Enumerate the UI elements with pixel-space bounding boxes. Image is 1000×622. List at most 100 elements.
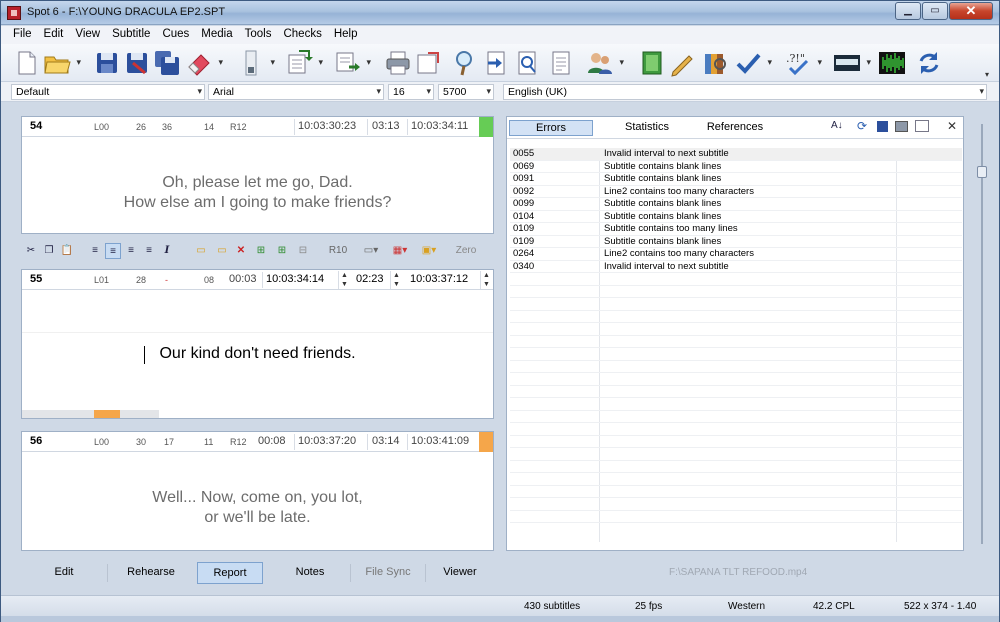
save-icon[interactable] — [93, 49, 121, 77]
tab-errors[interactable]: Errors — [509, 120, 593, 136]
eraser-icon[interactable] — [185, 49, 223, 77]
subtitle-edit-line-1[interactable]: Our kind don't need friends. — [22, 344, 493, 364]
duration-spinner[interactable]: ▲ ▼ — [390, 271, 402, 289]
in-time-spinner[interactable]: ▲ ▼ — [338, 271, 350, 289]
close-button[interactable]: ✕ — [949, 2, 993, 20]
insert-before-icon[interactable] — [285, 49, 323, 77]
sort-icon[interactable]: A↓ — [831, 120, 843, 131]
split-icon[interactable]: ⊟ — [295, 243, 311, 259]
refresh-icon[interactable]: ⟳ — [857, 119, 867, 133]
duration[interactable]: 02:23 — [356, 273, 384, 285]
users-icon[interactable] — [586, 49, 624, 77]
language-select[interactable]: English (UK) ▾ — [503, 84, 987, 100]
duration[interactable]: 03:13 — [372, 120, 400, 132]
out-time[interactable]: 10:03:34:11 — [411, 120, 468, 132]
tab-notes[interactable]: Notes — [277, 562, 343, 584]
save-as-icon[interactable] — [123, 49, 151, 77]
italic-icon[interactable]: I — [159, 243, 175, 259]
subtitle-line-2[interactable]: or we'll be late. — [22, 508, 493, 528]
search-icon[interactable] — [452, 49, 480, 77]
list-item[interactable]: 0055 Invalid interval to next subtitle — [510, 148, 962, 161]
color-grid-icon[interactable]: ▦▾ — [389, 243, 411, 259]
subtitle-line-1[interactable]: Well... Now, come on, you lot, — [22, 488, 493, 508]
tab-viewer[interactable]: Viewer — [427, 562, 493, 584]
box-remove-icon[interactable]: ▭ — [214, 243, 230, 259]
goto-icon[interactable] — [482, 49, 510, 77]
save-icon[interactable] — [877, 121, 888, 132]
list-item[interactable]: 0069 Subtitle contains blank lines — [510, 161, 962, 173]
tab-statistics[interactable]: Statistics — [605, 120, 689, 136]
out-time[interactable]: 10:03:37:12 — [410, 273, 468, 285]
row-select[interactable]: R10 — [325, 243, 351, 259]
subtitle-line-2[interactable]: How else am I going to make friends? — [22, 193, 493, 213]
slider-thumb[interactable] — [977, 166, 987, 178]
menu-cues[interactable]: Cues — [156, 26, 195, 44]
list-item[interactable]: 0109 Subtitle contains too many lines — [510, 223, 962, 236]
minimize-button[interactable]: ▁ — [895, 2, 921, 20]
list-item[interactable]: 0092 Line2 contains too many characters — [510, 186, 962, 198]
print-icon[interactable] — [384, 49, 412, 77]
menu-view[interactable]: View — [69, 26, 106, 44]
menu-subtitle[interactable]: Subtitle — [106, 26, 156, 44]
cut-icon[interactable]: ✂ — [23, 243, 39, 259]
box-icon[interactable]: ▭ — [193, 243, 209, 259]
vertical-slider[interactable] — [977, 116, 987, 551]
refresh-icon[interactable] — [915, 49, 943, 77]
font-select[interactable]: Arial ▾ — [208, 84, 384, 100]
list-item[interactable]: 0340 Invalid interval to next subtitle — [510, 261, 962, 273]
new-file-icon[interactable] — [13, 49, 41, 77]
tab-rehearse[interactable]: Rehearse — [118, 562, 184, 584]
list-item[interactable]: 0104 Subtitle contains blank lines — [510, 211, 962, 223]
toolbar-overflow-icon[interactable]: ▾ — [985, 70, 989, 79]
value-select[interactable]: 5700 ▾ — [438, 84, 494, 100]
tab-file-sync[interactable]: File Sync — [355, 562, 421, 584]
out-time-spinner[interactable]: ▲ ▼ — [480, 271, 492, 289]
in-time[interactable]: 10:03:37:20 — [298, 435, 356, 447]
punctuation-check-icon[interactable]: .?!" — [784, 49, 822, 77]
copy-icon[interactable]: ❐ — [41, 243, 57, 259]
menu-help[interactable]: Help — [328, 26, 364, 44]
menu-file[interactable]: File — [7, 26, 38, 44]
delete-icon[interactable]: ✕ — [233, 243, 249, 259]
align-center-icon[interactable]: ≡ — [105, 243, 121, 259]
maximize-button[interactable]: ▭ — [922, 2, 948, 20]
close-panel-icon[interactable]: ✕ — [947, 119, 957, 133]
menu-checks[interactable]: Checks — [277, 26, 327, 44]
in-time[interactable]: 10:03:30:23 — [298, 120, 356, 132]
subtitle-panel-current[interactable]: 55 L01 28 - 08 00:03 10:03:34:14 ▲ ▼ 02:2… — [21, 269, 494, 419]
align-left-icon[interactable]: ≡ — [87, 243, 103, 259]
save-all-icon[interactable] — [153, 49, 181, 77]
justify-icon[interactable]: ≡ — [141, 243, 157, 259]
in-time[interactable]: 10:03:34:14 — [266, 273, 324, 285]
export-icon[interactable] — [915, 120, 929, 132]
style-select[interactable]: Default ▾ — [11, 84, 205, 100]
duration[interactable]: 03:14 — [372, 435, 400, 447]
shot-change-icon[interactable] — [638, 49, 666, 77]
open-folder-icon[interactable] — [43, 49, 81, 77]
insert-after-icon[interactable] — [333, 49, 371, 77]
tab-references[interactable]: References — [693, 120, 777, 136]
document-icon[interactable] — [547, 49, 575, 77]
paste-icon[interactable]: 📋 — [59, 243, 75, 259]
list-item[interactable]: 0091 Subtitle contains blank lines — [510, 173, 962, 186]
subtitle-panel-next[interactable]: 56 L00 30 17 11 R12 00:08 10:03:37:20 03… — [21, 431, 494, 551]
waveform-icon[interactable] — [878, 49, 906, 77]
font-size-select[interactable]: 16 ▾ — [388, 84, 434, 100]
dictionary-icon[interactable] — [701, 49, 729, 77]
stack-icon[interactable] — [237, 49, 275, 77]
line-select-icon[interactable]: ▭▾ — [357, 243, 385, 259]
align-right-icon[interactable]: ≡ — [123, 243, 139, 259]
print-icon[interactable] — [895, 121, 908, 132]
find-subtitle-icon[interactable] — [514, 49, 542, 77]
menu-edit[interactable]: Edit — [38, 26, 70, 44]
menu-tools[interactable]: Tools — [239, 26, 278, 44]
subtitle-panel-prev[interactable]: 54 L00 26 36 14 R12 10:03:30:23 03:13 10… — [21, 116, 494, 234]
menu-media[interactable]: Media — [195, 26, 238, 44]
print-preview-icon[interactable] — [414, 49, 442, 77]
list-item[interactable]: 0264 Line2 contains too many characters — [510, 248, 962, 261]
zero-button[interactable]: Zero — [451, 243, 481, 259]
out-time[interactable]: 10:03:41:09 — [411, 435, 469, 447]
tab-report[interactable]: Report — [197, 562, 263, 584]
insert-subtitle-icon[interactable]: ⊞ — [274, 243, 290, 259]
tab-edit[interactable]: Edit — [31, 562, 97, 584]
